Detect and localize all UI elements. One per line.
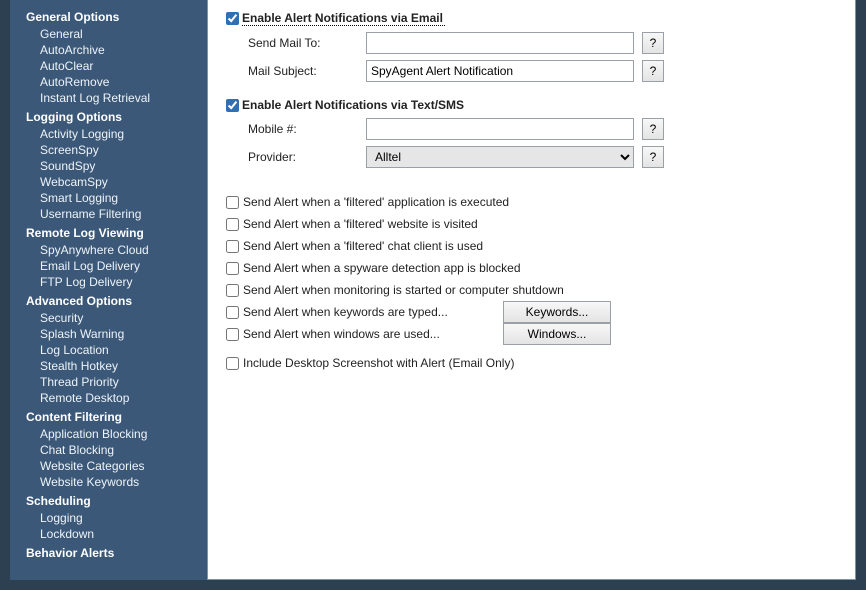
provider-select[interactable]: Alltel	[366, 146, 634, 168]
sidebar-header-scheduling: Scheduling	[10, 490, 207, 510]
alert-monitoring-shutdown-label: Send Alert when monitoring is started or…	[243, 283, 564, 297]
sidebar-section-remote-log: Remote Log Viewing SpyAnywhere Cloud Ema…	[10, 222, 207, 290]
alert-row-windows: Send Alert when windows are used... Wind…	[226, 324, 837, 344]
sidebar-section-scheduling: Scheduling Logging Lockdown	[10, 490, 207, 542]
nav-webcamspy[interactable]: WebcamSpy	[10, 174, 207, 190]
nav-splash-warning[interactable]: Splash Warning	[10, 326, 207, 342]
windows-button[interactable]: Windows...	[503, 323, 611, 345]
nav-remote-desktop[interactable]: Remote Desktop	[10, 390, 207, 406]
sidebar-header-remote-log: Remote Log Viewing	[10, 222, 207, 242]
sidebar: General Options General AutoArchive Auto…	[10, 0, 207, 580]
alert-spyware-blocked-checkbox[interactable]	[226, 262, 239, 275]
mail-subject-input[interactable]	[366, 60, 634, 82]
include-screenshot-label: Include Desktop Screenshot with Alert (E…	[243, 356, 514, 370]
alert-keywords-checkbox[interactable]	[226, 306, 239, 319]
sidebar-header-content-filtering: Content Filtering	[10, 406, 207, 426]
provider-row: Provider: Alltel ?	[248, 146, 837, 168]
mail-subject-label: Mail Subject:	[248, 64, 366, 78]
nav-screenspy[interactable]: ScreenSpy	[10, 142, 207, 158]
content-panel: Enable Alert Notifications via Email Sen…	[207, 0, 856, 580]
include-screenshot-checkbox[interactable]	[226, 357, 239, 370]
alert-filtered-app-checkbox[interactable]	[226, 196, 239, 209]
alert-filtered-website-checkbox[interactable]	[226, 218, 239, 231]
alert-keywords-label: Send Alert when keywords are typed...	[243, 305, 495, 319]
send-mail-to-input[interactable]	[366, 32, 634, 54]
mobile-help-button[interactable]: ?	[642, 118, 664, 140]
alert-filtered-chat-checkbox[interactable]	[226, 240, 239, 253]
enable-email-label: Enable Alert Notifications via Email	[242, 10, 445, 26]
enable-email-checkbox[interactable]	[226, 12, 239, 25]
nav-ftp-log-delivery[interactable]: FTP Log Delivery	[10, 274, 207, 290]
sidebar-section-general: General Options General AutoArchive Auto…	[10, 6, 207, 106]
mobile-label: Mobile #:	[248, 122, 366, 136]
alert-filtered-website-label: Send Alert when a 'filtered' website is …	[243, 217, 478, 231]
alert-monitoring-shutdown-checkbox[interactable]	[226, 284, 239, 297]
send-mail-to-label: Send Mail To:	[248, 36, 366, 50]
send-mail-to-row: Send Mail To: ?	[248, 32, 837, 54]
sidebar-header-behavior-alerts: Behavior Alerts	[10, 542, 207, 562]
mobile-input[interactable]	[366, 118, 634, 140]
nav-log-location[interactable]: Log Location	[10, 342, 207, 358]
alert-row-spyware-blocked: Send Alert when a spyware detection app …	[226, 258, 837, 278]
nav-smart-logging[interactable]: Smart Logging	[10, 190, 207, 206]
alert-spyware-blocked-label: Send Alert when a spyware detection app …	[243, 261, 521, 275]
provider-help-button[interactable]: ?	[642, 146, 664, 168]
enable-sms-label: Enable Alert Notifications via Text/SMS	[242, 98, 464, 112]
nav-spyanywhere-cloud[interactable]: SpyAnywhere Cloud	[10, 242, 207, 258]
alert-filtered-app-label: Send Alert when a 'filtered' application…	[243, 195, 509, 209]
nav-chat-blocking[interactable]: Chat Blocking	[10, 442, 207, 458]
sidebar-header-logging: Logging Options	[10, 106, 207, 126]
sidebar-section-behavior-alerts: Behavior Alerts	[10, 542, 207, 562]
include-screenshot-row: Include Desktop Screenshot with Alert (E…	[226, 356, 837, 370]
nav-activity-logging[interactable]: Activity Logging	[10, 126, 207, 142]
sidebar-section-logging: Logging Options Activity Logging ScreenS…	[10, 106, 207, 222]
alert-row-monitoring-shutdown: Send Alert when monitoring is started or…	[226, 280, 837, 300]
alert-windows-checkbox[interactable]	[226, 328, 239, 341]
alert-windows-label: Send Alert when windows are used...	[243, 327, 495, 341]
sidebar-header-general: General Options	[10, 6, 207, 26]
nav-soundspy[interactable]: SoundSpy	[10, 158, 207, 174]
nav-application-blocking[interactable]: Application Blocking	[10, 426, 207, 442]
nav-stealth-hotkey[interactable]: Stealth Hotkey	[10, 358, 207, 374]
sidebar-section-advanced: Advanced Options Security Splash Warning…	[10, 290, 207, 406]
nav-autoclear[interactable]: AutoClear	[10, 58, 207, 74]
nav-website-keywords[interactable]: Website Keywords	[10, 474, 207, 490]
email-enable-row: Enable Alert Notifications via Email	[226, 10, 837, 26]
nav-lockdown[interactable]: Lockdown	[10, 526, 207, 542]
alert-options-list: Send Alert when a 'filtered' application…	[226, 192, 837, 344]
mail-subject-help-button[interactable]: ?	[642, 60, 664, 82]
enable-sms-checkbox[interactable]	[226, 99, 239, 112]
nav-security[interactable]: Security	[10, 310, 207, 326]
nav-logging[interactable]: Logging	[10, 510, 207, 526]
nav-autoremove[interactable]: AutoRemove	[10, 74, 207, 90]
alert-filtered-chat-label: Send Alert when a 'filtered' chat client…	[243, 239, 483, 253]
nav-thread-priority[interactable]: Thread Priority	[10, 374, 207, 390]
sms-enable-row: Enable Alert Notifications via Text/SMS	[226, 98, 837, 112]
sidebar-header-advanced: Advanced Options	[10, 290, 207, 310]
nav-general[interactable]: General	[10, 26, 207, 42]
alert-row-keywords: Send Alert when keywords are typed... Ke…	[226, 302, 837, 322]
nav-autoarchive[interactable]: AutoArchive	[10, 42, 207, 58]
nav-instant-log-retrieval[interactable]: Instant Log Retrieval	[10, 90, 207, 106]
provider-label: Provider:	[248, 150, 366, 164]
send-mail-to-help-button[interactable]: ?	[642, 32, 664, 54]
nav-email-log-delivery[interactable]: Email Log Delivery	[10, 258, 207, 274]
sidebar-section-content-filtering: Content Filtering Application Blocking C…	[10, 406, 207, 490]
nav-website-categories[interactable]: Website Categories	[10, 458, 207, 474]
mail-subject-row: Mail Subject: ?	[248, 60, 837, 82]
keywords-button[interactable]: Keywords...	[503, 301, 611, 323]
alert-row-filtered-app: Send Alert when a 'filtered' application…	[226, 192, 837, 212]
mobile-row: Mobile #: ?	[248, 118, 837, 140]
nav-username-filtering[interactable]: Username Filtering	[10, 206, 207, 222]
alert-row-filtered-chat: Send Alert when a 'filtered' chat client…	[226, 236, 837, 256]
alert-row-filtered-website: Send Alert when a 'filtered' website is …	[226, 214, 837, 234]
